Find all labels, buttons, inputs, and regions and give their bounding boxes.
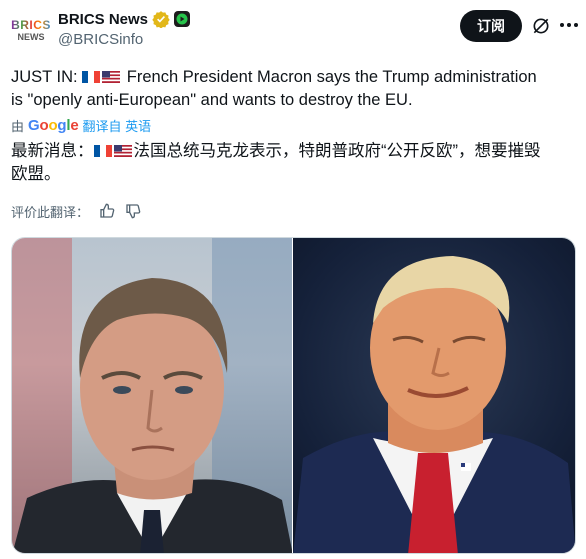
avatar-text-news: NEWS [17,31,45,42]
translated-text: 最新消息： 法国总统马克龙表示，特朗普政府“公开反欧”，想要摧毁 欧盟。 [11,140,586,186]
tweet-text: JUST IN: French President Macron says th… [11,66,576,112]
france-flag-icon [82,71,101,83]
trump-photo[interactable] [293,238,575,553]
macron-portrait [12,238,292,553]
france-flag-icon [93,145,112,157]
verified-badge-icon[interactable] [152,10,170,28]
name-line: BRICS News [58,9,191,29]
tweet-text-line2: is "openly anti-European" and wants to d… [11,91,413,109]
affiliate-badge-icon[interactable] [174,11,191,27]
tweet-text-line1: French President Macron says the Trump a… [122,68,537,86]
google-logo: Google [28,116,79,134]
tweet-media[interactable] [11,237,576,554]
more-options-icon[interactable] [560,23,580,29]
translated-text-line1: 法国总统马克龙表示，特朗普政府“公开反欧”，想要摧毁 [133,142,541,160]
rate-translation-row: 评价此翻译： [11,201,141,221]
tweet-text-prefix: JUST IN: [11,68,83,86]
display-name[interactable]: BRICS News [58,11,148,28]
translated-by-row: 由 Google 翻译自 英语 [11,116,151,134]
user-handle[interactable]: @BRICSinfo [58,31,143,48]
translated-text-prefix: 最新消息： [11,142,94,160]
translated-from-link[interactable]: 翻译自 英语 [83,116,152,135]
thumbs-up-icon[interactable] [99,203,115,219]
translated-by-label: 由 [11,118,25,134]
trump-portrait [293,256,575,553]
tweet-header: BRICS NEWS BRICS News @BRICSinfo 订阅 [0,0,586,58]
avatar-text-brics: BRICS [11,17,51,32]
translated-text-line2: 欧盟。 [11,165,61,183]
usa-flag-icon [113,145,132,157]
play-icon [176,13,188,25]
subscribe-button[interactable]: 订阅 [460,10,522,42]
avatar[interactable]: BRICS NEWS [11,10,51,50]
thumbs-down-icon[interactable] [125,203,141,219]
rate-translation-label: 评价此翻译： [11,204,90,220]
macron-photo[interactable] [12,238,292,553]
grok-icon[interactable] [531,16,551,36]
usa-flag-icon [102,71,121,83]
